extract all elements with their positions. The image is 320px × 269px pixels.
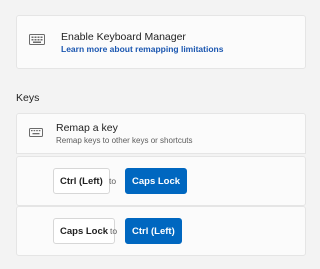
original-key-chip[interactable]: Ctrl (Left) — [53, 168, 110, 194]
mapped-key-chip[interactable]: Ctrl (Left) — [125, 218, 182, 244]
keyboard-small-icon — [29, 128, 43, 137]
key-mapping-row: Caps Lock to Ctrl (Left) — [16, 206, 306, 256]
enable-keyboard-manager-card[interactable]: Enable Keyboard Manager Learn more about… — [16, 15, 306, 69]
to-label: to — [109, 176, 117, 186]
original-key-chip[interactable]: Caps Lock — [53, 218, 116, 244]
keys-section-header: Keys — [16, 92, 40, 104]
remap-a-key-card[interactable]: Remap a key Remap keys to other keys or … — [16, 113, 306, 154]
to-label: to — [110, 226, 118, 236]
mapped-key-chip[interactable]: Caps Lock — [125, 168, 188, 194]
key-mapping-row: Ctrl (Left) to Caps Lock — [16, 156, 306, 206]
remap-a-key-subtitle: Remap keys to other keys or shortcuts — [56, 136, 193, 145]
enable-keyboard-manager-label: Enable Keyboard Manager — [61, 31, 186, 43]
keyboard-icon — [29, 34, 45, 45]
remap-a-key-title: Remap a key — [56, 122, 118, 134]
learn-more-link[interactable]: Learn more about remapping limitations — [61, 44, 223, 54]
